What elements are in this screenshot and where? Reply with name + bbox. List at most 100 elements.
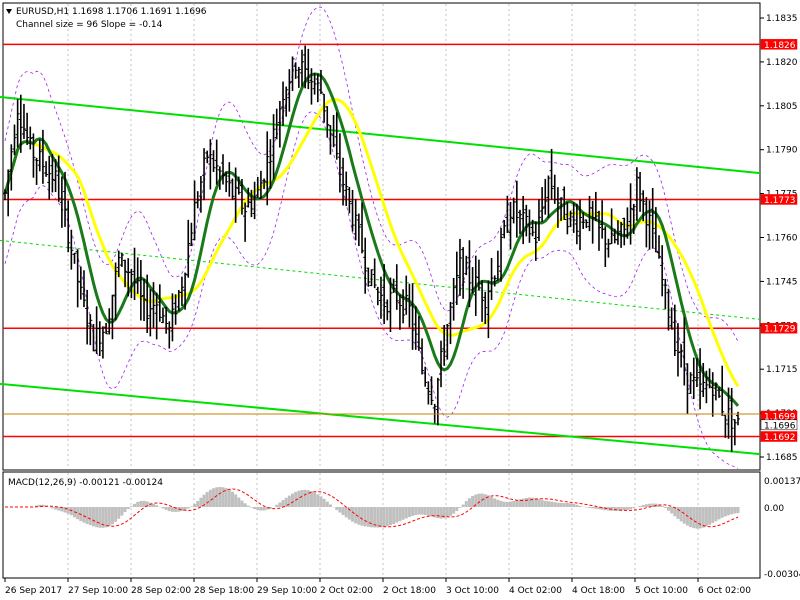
macd-bar (335, 507, 339, 510)
macd-bar (123, 507, 127, 513)
macd-bar (164, 507, 168, 510)
macd-bar (730, 507, 734, 515)
macd-bar (161, 507, 165, 509)
chart-canvas: EURUSD,H1 1.1698 1.1706 1.1691 1.1696 Ch… (0, 0, 800, 600)
macd-bar (521, 498, 525, 507)
macd-bar (133, 503, 137, 507)
macd-bar (388, 507, 392, 526)
macd-bar (493, 498, 497, 507)
macd-bar (727, 507, 731, 516)
price-tick-label: 1.1745 (766, 277, 798, 287)
macd-bar (344, 507, 348, 518)
macd-bar (714, 507, 718, 522)
price-tag: 1.1696 (760, 419, 798, 431)
macd-bar (98, 507, 102, 528)
svg-text:1.1696: 1.1696 (764, 421, 796, 431)
macd-bar (104, 507, 108, 528)
macd-bar (559, 502, 563, 507)
macd-bar (414, 507, 418, 516)
macd-bar (445, 507, 449, 518)
macd-bar (376, 507, 380, 528)
macd-bar (704, 507, 708, 527)
macd-bar (151, 503, 155, 507)
macd-bar (281, 500, 285, 507)
macd-bar (183, 507, 187, 511)
macd-bar (676, 507, 680, 519)
macd-bar (644, 504, 648, 507)
macd-bar (496, 499, 500, 507)
macd-bar (309, 491, 313, 507)
macd-bar (205, 491, 209, 507)
macd-bar (287, 495, 291, 507)
macd-bar (404, 507, 408, 519)
time-label: 4 Oct 18:00 (572, 586, 625, 596)
macd-label: MACD(12,26,9) -0.00121 -0.00124 (8, 478, 163, 488)
svg-text:1.1692: 1.1692 (764, 433, 796, 443)
macd-bar (670, 507, 674, 514)
macd-bar (139, 500, 143, 507)
macd-bar (107, 507, 111, 527)
price-tag: 1.1773 (760, 194, 798, 206)
macd-bar (328, 504, 332, 507)
macd-bar (351, 507, 355, 522)
macd-bar (221, 487, 225, 507)
macd-bar (550, 501, 554, 507)
macd-bar (69, 507, 73, 516)
macd-bar (420, 507, 424, 515)
macd-bar (673, 507, 677, 517)
macd-bar (565, 503, 569, 507)
macd-tick-bottom: -0.00304 (764, 570, 800, 580)
macd-bar (95, 507, 99, 528)
macd-bar (212, 488, 216, 507)
macd-bar (505, 501, 509, 507)
macd-bar (638, 505, 642, 507)
macd-bar (436, 507, 440, 519)
macd-bar (543, 500, 547, 507)
macd-bar (54, 507, 58, 510)
time-label: 26 Sep 2017 (5, 586, 62, 596)
time-label: 2 Oct 02:00 (320, 586, 373, 596)
macd-bar (370, 507, 373, 528)
macd-bar (186, 507, 190, 509)
macd-bar (455, 507, 459, 512)
macd-bar (467, 498, 471, 507)
macd-bar (227, 489, 231, 507)
macd-tick-top: 0.00137 (764, 477, 800, 487)
macd-bar (319, 496, 323, 507)
macd-bar (689, 507, 693, 528)
macd-bar (717, 507, 721, 520)
macd-bar (578, 505, 582, 507)
macd-bar (215, 487, 219, 507)
macd-bar (117, 507, 121, 519)
macd-bar (249, 507, 253, 508)
macd-bar (253, 507, 257, 510)
macd-bar (379, 507, 383, 528)
macd-bar (114, 507, 118, 522)
macd-bar (401, 507, 405, 520)
macd-bar (417, 507, 421, 515)
macd-bar (663, 507, 667, 508)
macd-bar (499, 500, 503, 507)
time-label: 3 Oct 10:00 (446, 586, 499, 596)
macd-bar (262, 507, 266, 511)
macd-bar (208, 489, 212, 507)
macd-bar (698, 507, 702, 529)
macd-bar (572, 503, 576, 507)
macd-bar (120, 507, 124, 516)
macd-bar (692, 507, 696, 529)
macd-bar (461, 504, 465, 507)
macd-bar (502, 501, 506, 507)
macd-bar (256, 507, 260, 511)
macd-bar (155, 505, 159, 507)
price-tick-label: 1.1760 (766, 234, 798, 244)
svg-text:1.1729: 1.1729 (764, 325, 796, 335)
macd-bar (196, 501, 200, 507)
macd-bar (189, 506, 193, 507)
macd-bar (660, 505, 664, 507)
macd-bar (259, 507, 263, 511)
macd-bar (733, 507, 737, 514)
macd-bar (129, 506, 133, 507)
macd-bar (300, 489, 304, 507)
macd-bar (57, 507, 61, 511)
macd-bar (366, 507, 370, 527)
